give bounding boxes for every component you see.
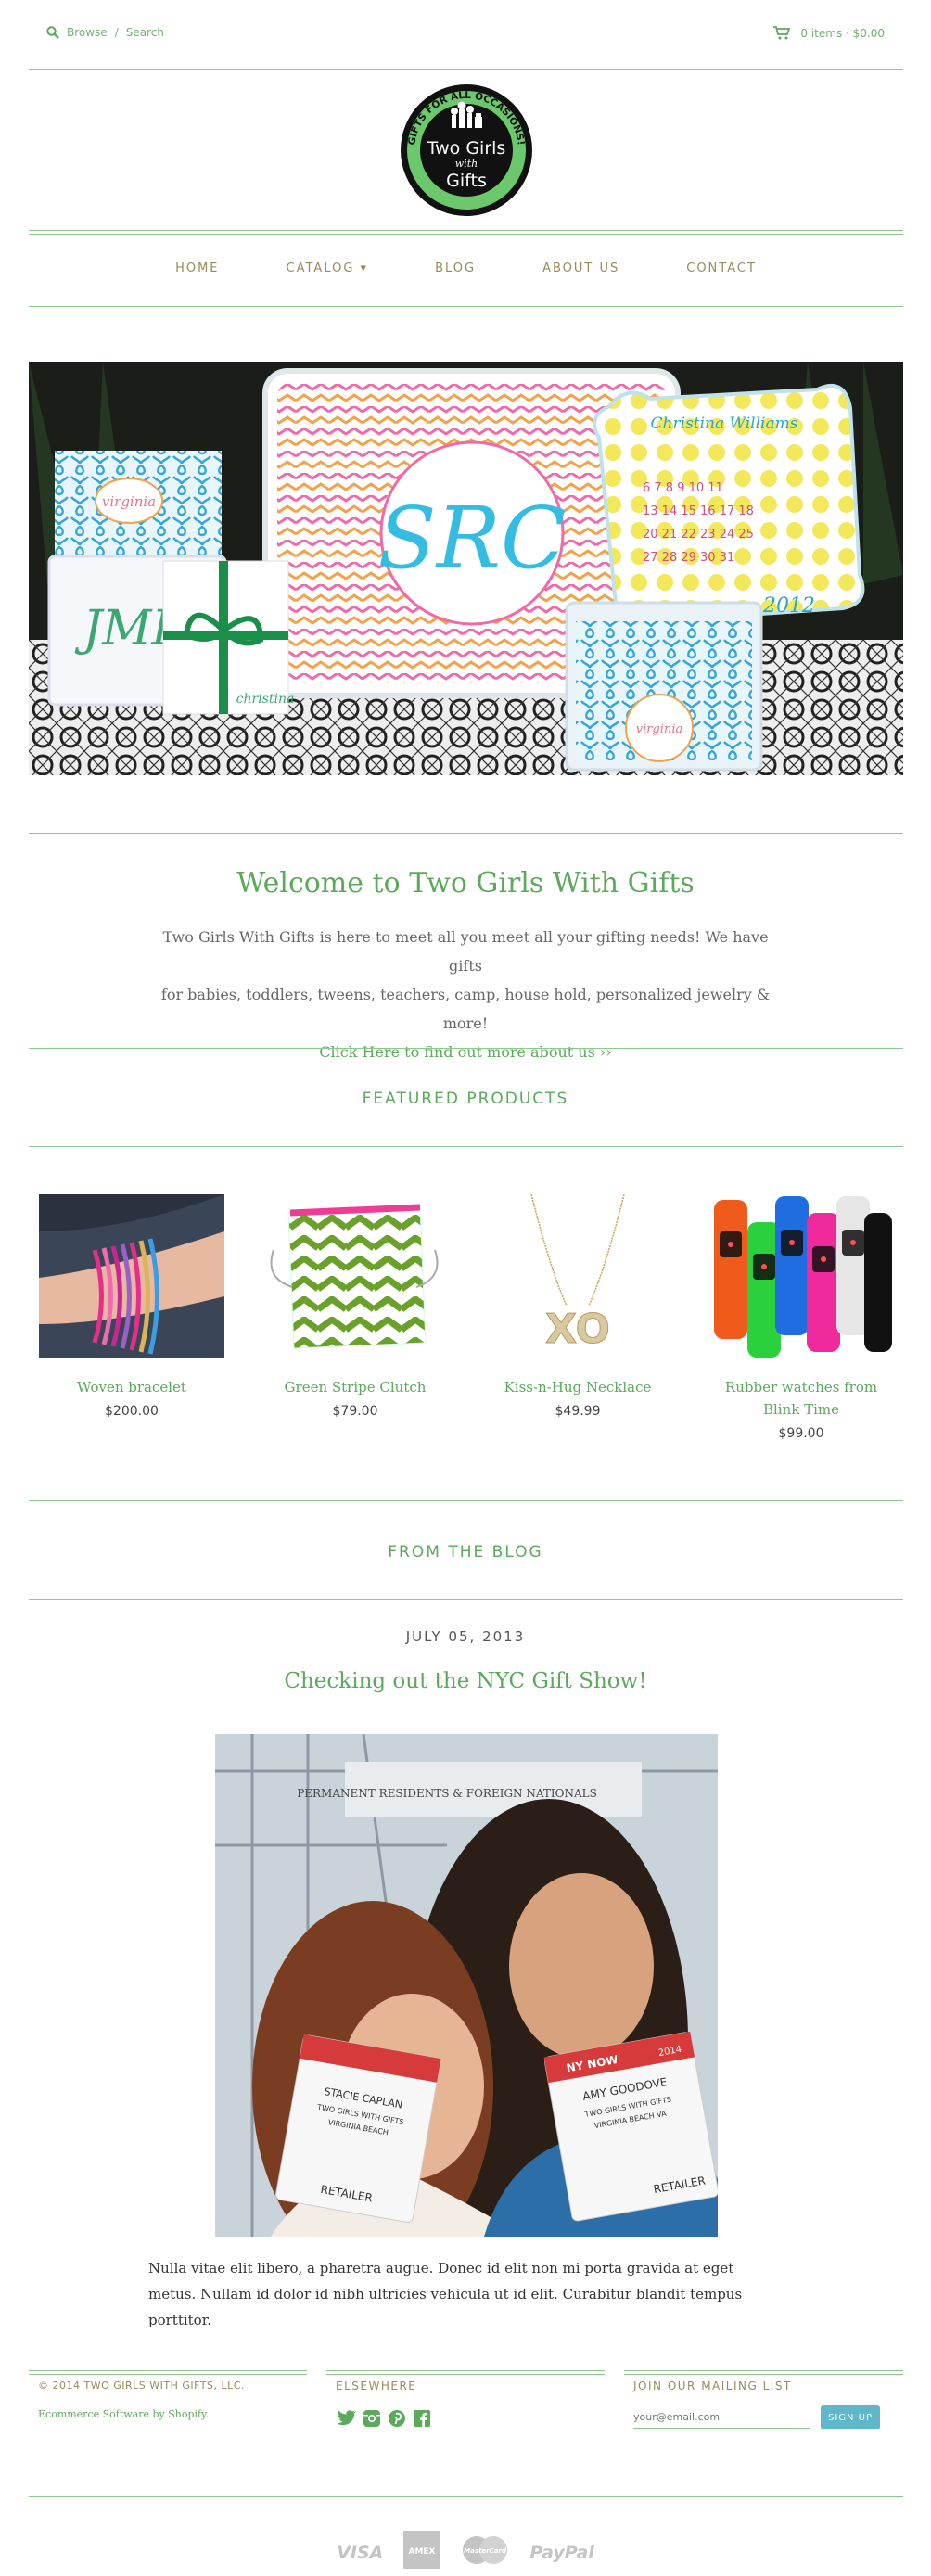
divider — [29, 1146, 903, 1147]
twitter-icon[interactable] — [336, 2409, 356, 2428]
divider — [29, 2496, 903, 2497]
nav-about-us[interactable]: ABOUT US — [509, 261, 653, 275]
store-logo[interactable]: GIFTS FOR ALL OCCASIONS! Two Girls with … — [398, 82, 535, 219]
welcome-text: Two Girls With Gifts is here to meet all… — [158, 923, 773, 1066]
svg-text:XO: XO — [545, 1306, 610, 1353]
footer-divider — [326, 2370, 605, 2375]
mailing-list-form: SIGN UP — [633, 2405, 903, 2429]
social-links — [336, 2409, 605, 2428]
shopify-link[interactable]: Ecommerce Software by Shopify. — [38, 2408, 307, 2420]
amex-icon: AMEX — [403, 2531, 441, 2573]
search-area[interactable]: Browse / Search — [46, 26, 164, 39]
footer-copyright-column: © 2014 TWO GIRLS WITH GIFTS, LLC. Ecomme… — [38, 2379, 307, 2420]
product-card[interactable]: Green Stripe Clutch $79.00 — [262, 1194, 448, 1419]
hero-caption-christina: christina — [236, 692, 295, 707]
product-name[interactable]: Kiss-n-Hug Necklace — [485, 1376, 670, 1398]
blog-post-title[interactable]: Checking out the NYC Gift Show! — [0, 1669, 931, 1693]
nav-home[interactable]: HOME — [142, 261, 252, 275]
product-image-kiss-n-hug-necklace[interactable]: XO — [485, 1194, 670, 1358]
svg-text:virginia: virginia — [636, 722, 682, 736]
hero-caption-name: Christina Williams — [651, 414, 798, 433]
visa-icon: VISA — [337, 2542, 384, 2563]
browse-link[interactable]: Browse — [67, 26, 108, 39]
divider — [29, 306, 903, 307]
copyright-text: © 2014 TWO GIRLS WITH GIFTS, LLC. — [38, 2379, 245, 2391]
facebook-icon[interactable] — [413, 2409, 431, 2428]
search-icon[interactable] — [46, 26, 59, 39]
welcome-line-1: Two Girls With Gifts is here to meet all… — [162, 928, 769, 975]
product-price: $79.00 — [332, 1404, 378, 1419]
email-input[interactable] — [633, 2406, 810, 2429]
product-card[interactable]: Woven bracelet $200.00 — [39, 1194, 224, 1419]
blog-photo-sign: PERMANENT RESIDENTS & FOREIGN NATIONALS — [297, 1787, 597, 1800]
top-bar: Browse / Search 0 items · $0.00 — [46, 22, 885, 50]
welcome-line-2: for babies, toddlers, tweens, teachers, … — [160, 986, 771, 1032]
hero-caption-year: 2012 — [762, 594, 815, 618]
amex-label: AMEX — [409, 2547, 436, 2557]
search-link[interactable]: Search — [126, 26, 164, 39]
nav-contact[interactable]: CONTACT — [653, 261, 790, 275]
product-name[interactable]: Green Stripe Clutch — [262, 1376, 448, 1398]
product-price: $200.00 — [105, 1404, 159, 1419]
sign-up-button[interactable]: SIGN UP — [821, 2405, 880, 2429]
footer-mailing-column: JOIN OUR MAILING LIST SIGN UP — [633, 2379, 903, 2429]
logo-line1: Two Girls — [427, 138, 506, 159]
svg-text:13 14 15 16 17 18: 13 14 15 16 17 18 — [643, 504, 754, 518]
product-price: $49.99 — [555, 1404, 601, 1419]
paypal-icon: PayPal — [529, 2542, 594, 2563]
mailing-list-title: JOIN OUR MAILING LIST — [633, 2379, 792, 2392]
divider — [29, 833, 903, 834]
hero-caption-virginia: virginia — [102, 493, 156, 510]
page: Browse / Search 0 items · $0.00 GIFTS FO… — [0, 0, 931, 2576]
from-the-blog-title: FROM THE BLOG — [388, 1543, 543, 1562]
svg-text:6 7 8 9 10 11: 6 7 8 9 10 11 — [643, 481, 723, 495]
mastercard-icon: MasterCard — [461, 2535, 509, 2570]
blog-post-date: JULY 05, 2013 — [405, 1628, 526, 1645]
svg-text:20 21 22 23 24 25: 20 21 22 23 24 25 — [643, 528, 754, 542]
product-image-green-stripe-clutch[interactable] — [262, 1194, 448, 1358]
divider — [29, 69, 903, 70]
product-image-woven-bracelet[interactable] — [39, 1194, 224, 1358]
footer-elsewhere-column: ELSEWHERE — [336, 2379, 605, 2428]
cart-link[interactable]: 0 items · $0.00 — [772, 26, 885, 40]
nav-blog[interactable]: BLOG — [402, 261, 509, 275]
nav-catalog[interactable]: CATALOG ▾ — [253, 261, 402, 275]
divider — [29, 1500, 903, 1501]
product-image-rubber-watches[interactable] — [708, 1194, 894, 1358]
logo-line2: with — [455, 158, 478, 170]
product-name[interactable]: Woven bracelet — [39, 1376, 224, 1398]
svg-text:27 28 29 30 31: 27 28 29 30 31 — [643, 551, 734, 565]
product-name[interactable]: Rubber watches from Blink Time — [708, 1376, 894, 1421]
hero-banner[interactable]: SRC virginia JMR christina Christina Wil… — [29, 362, 903, 775]
payment-methods: VISA AMEX MasterCard PayPal — [0, 2531, 931, 2573]
featured-products-title: FEATURED PRODUCTS — [362, 1090, 569, 1108]
breadcrumb-separator: / — [114, 26, 119, 39]
welcome-title: Welcome to Two Girls With Gifts — [236, 867, 695, 899]
divider — [29, 1048, 903, 1049]
logo-line3: Gifts — [446, 171, 487, 191]
svg-text:SRC: SRC — [378, 489, 567, 588]
instagram-icon[interactable] — [363, 2409, 381, 2428]
divider-double — [29, 230, 903, 235]
footer-divider — [624, 2370, 903, 2375]
cart-icon[interactable] — [772, 26, 791, 40]
product-card[interactable]: Rubber watches from Blink Time $99.00 — [708, 1194, 894, 1441]
elsewhere-title: ELSEWHERE — [336, 2379, 417, 2392]
footer-divider — [29, 2370, 307, 2375]
product-price: $99.00 — [778, 1426, 824, 1441]
cart-summary[interactable]: 0 items · $0.00 — [800, 27, 885, 40]
product-card[interactable]: XO Kiss-n-Hug Necklace $49.99 — [485, 1194, 670, 1419]
divider — [29, 1599, 903, 1600]
blog-post-photo[interactable]: PERMANENT RESIDENTS & FOREIGN NATIONALS … — [215, 1734, 718, 2237]
mastercard-label: MasterCard — [465, 2547, 508, 2555]
main-nav: HOME CATALOG ▾ BLOG ABOUT US CONTACT — [29, 261, 903, 275]
about-us-link[interactable]: Click Here to find out more about us ›› — [158, 1038, 773, 1066]
pinterest-icon[interactable] — [388, 2409, 406, 2428]
blog-post-excerpt: Nulla vitae elit libero, a pharetra augu… — [148, 2260, 743, 2328]
